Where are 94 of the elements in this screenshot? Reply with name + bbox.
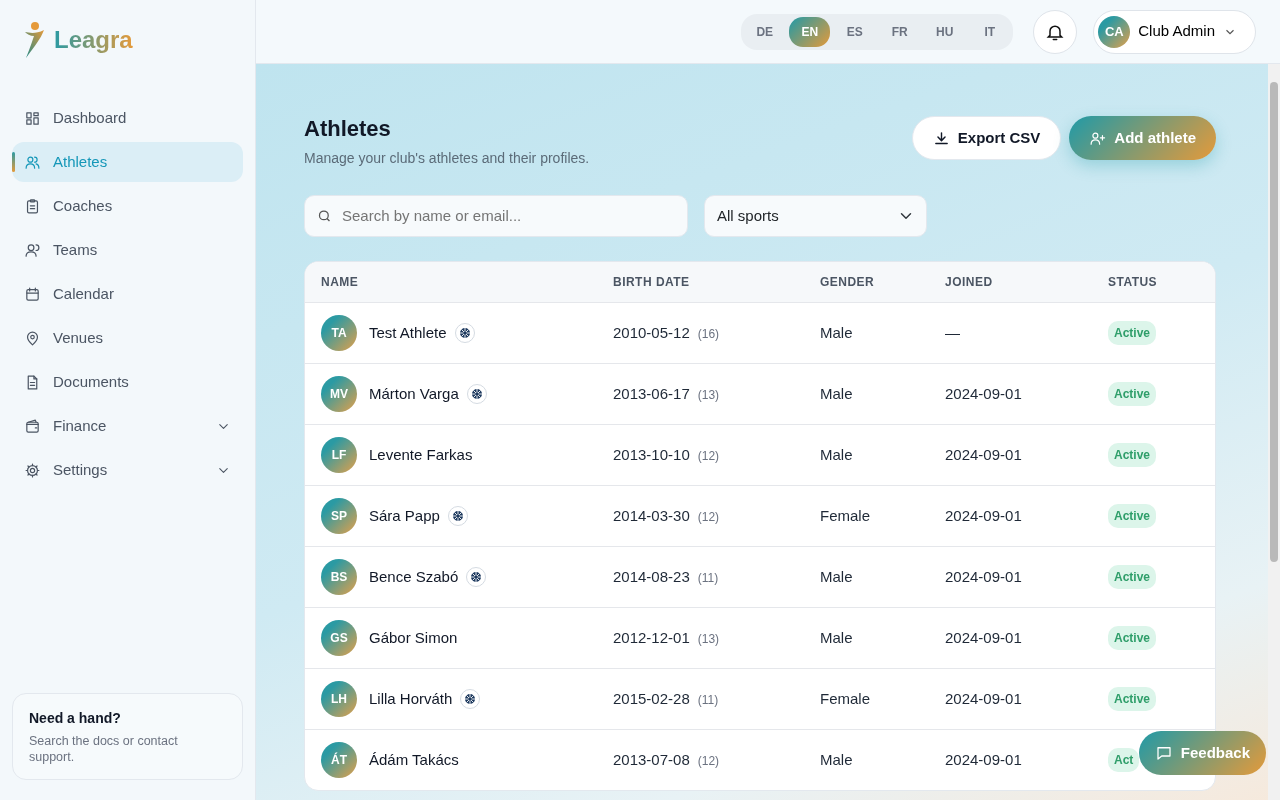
athlete-name[interactable]: Levente Farkas	[369, 444, 473, 467]
sidebar-item[interactable]: Venues	[12, 318, 243, 358]
athlete-avatar: ÁT	[321, 742, 357, 779]
birth-date: 2013-10-10	[613, 445, 690, 466]
status-badge: Active	[1108, 504, 1157, 529]
gender-text: Male	[820, 385, 853, 403]
clipboard-icon	[24, 197, 41, 215]
sidebar-item[interactable]: Documents	[12, 362, 243, 402]
gender-text: Male	[820, 751, 853, 769]
athlete-avatar: TA	[321, 315, 357, 352]
language-tab[interactable]: HU	[924, 16, 966, 47]
chat-icon	[1154, 744, 1173, 762]
column-header: NAME	[320, 274, 360, 292]
language-tab[interactable]: DE	[744, 16, 786, 47]
column-header: BIRTH DATE	[612, 274, 691, 292]
scrollbar[interactable]	[1268, 64, 1280, 800]
sidebar-item[interactable]: Dashboard	[12, 98, 243, 138]
search-box[interactable]: Search by name or email...	[304, 195, 688, 238]
age-text: (12)	[697, 448, 720, 466]
sidebar-item[interactable]: Settings	[12, 450, 243, 490]
settings-icon	[24, 461, 41, 479]
joined-date: 2024-09-01	[945, 385, 1022, 403]
birth-date: 2010-05-12	[613, 323, 690, 344]
birth-date: 2013-06-17	[613, 384, 690, 405]
column-header: STATUS	[1107, 274, 1159, 292]
athlete-avatar: MV	[321, 376, 357, 413]
calendar-icon	[24, 285, 41, 303]
status-badge: Active	[1108, 687, 1157, 712]
grid-icon	[24, 109, 41, 127]
age-text: (13)	[697, 631, 720, 649]
athlete-name[interactable]: Sára Papp	[369, 505, 440, 528]
age-text: (13)	[697, 387, 720, 405]
joined-date: 2024-09-01	[945, 690, 1022, 708]
athlete-name[interactable]: Márton Varga	[369, 383, 459, 406]
sidebar-item[interactable]: Calendar	[12, 274, 243, 314]
user-avatar: CA	[1098, 15, 1131, 48]
joined-date: 2024-09-01	[945, 629, 1022, 647]
athlete-name[interactable]: Gábor Simon	[369, 627, 458, 650]
athlete-name[interactable]: Lilla Horváth	[369, 688, 453, 711]
sidebar-item[interactable]: Coaches	[12, 186, 243, 226]
sport-select[interactable]: All sports	[704, 195, 927, 238]
gender-text: Female	[820, 690, 871, 708]
status-badge: Active	[1108, 321, 1157, 346]
athlete-name[interactable]: Test Athlete	[369, 322, 447, 345]
language-tab[interactable]: FR	[879, 16, 921, 47]
help-text: Search the docs or contact support.	[29, 732, 179, 765]
birth-date: 2013-07-08	[613, 750, 690, 771]
athlete-name[interactable]: Ádám Takács	[369, 749, 459, 772]
search-field[interactable]: Search by name or email...	[339, 204, 675, 229]
age-text: (12)	[697, 753, 720, 771]
joined-date: 2024-09-01	[945, 507, 1022, 525]
gender-text: Male	[820, 629, 853, 647]
language-tab[interactable]: ES	[834, 16, 876, 47]
athlete-avatar: BS	[321, 559, 357, 596]
status-badge: Active	[1108, 626, 1157, 651]
joined-date: 2024-09-01	[945, 568, 1022, 586]
wallet-icon	[24, 417, 41, 435]
age-text: (16)	[697, 326, 720, 344]
status-badge: Active	[1108, 565, 1157, 590]
people-icon	[24, 241, 41, 259]
athlete-avatar: GS	[321, 620, 357, 657]
sidebar-item[interactable]: Finance	[12, 406, 243, 446]
language-tab[interactable]: IT	[969, 16, 1011, 47]
age-text: (12)	[697, 509, 720, 527]
birth-date: 2015-02-28	[613, 689, 690, 710]
column-header: JOINED	[944, 274, 994, 292]
age-text: (11)	[697, 570, 719, 588]
column-header: GENDER	[819, 274, 876, 292]
joined-date: —	[945, 324, 960, 342]
gender-text: Male	[820, 568, 853, 586]
joined-date: 2024-09-01	[945, 446, 1022, 464]
athlete-avatar: LH	[321, 681, 357, 718]
status-badge: Active	[1108, 443, 1157, 468]
birth-date: 2012-12-01	[613, 628, 690, 649]
page-subtitle: Manage your club's athletes and their profiles.	[304, 149, 590, 169]
joined-date: 2024-09-01	[945, 751, 1022, 769]
page-title: Athletes	[304, 116, 392, 143]
map-pin-icon	[24, 329, 41, 347]
gender-text: Male	[820, 446, 853, 464]
status-badge: Act	[1108, 748, 1140, 773]
athlete-avatar: LF	[321, 437, 357, 474]
birth-date: 2014-08-23	[613, 567, 690, 588]
gender-text: Male	[820, 324, 853, 342]
export-button[interactable]: Export CSV	[911, 116, 1062, 160]
birth-date: 2014-03-30	[613, 506, 690, 527]
gender-text: Female	[820, 507, 871, 525]
user-menu-button[interactable]: CA Club Admin	[1093, 9, 1256, 54]
help-title: Need a hand?	[29, 708, 122, 728]
age-text: (11)	[697, 692, 719, 710]
athlete-name[interactable]: Bence Szabó	[369, 566, 459, 589]
sidebar-item[interactable]: Teams	[12, 230, 243, 270]
status-badge: Active	[1108, 382, 1157, 407]
download-icon	[932, 129, 950, 147]
athlete-avatar: SP	[321, 498, 357, 535]
